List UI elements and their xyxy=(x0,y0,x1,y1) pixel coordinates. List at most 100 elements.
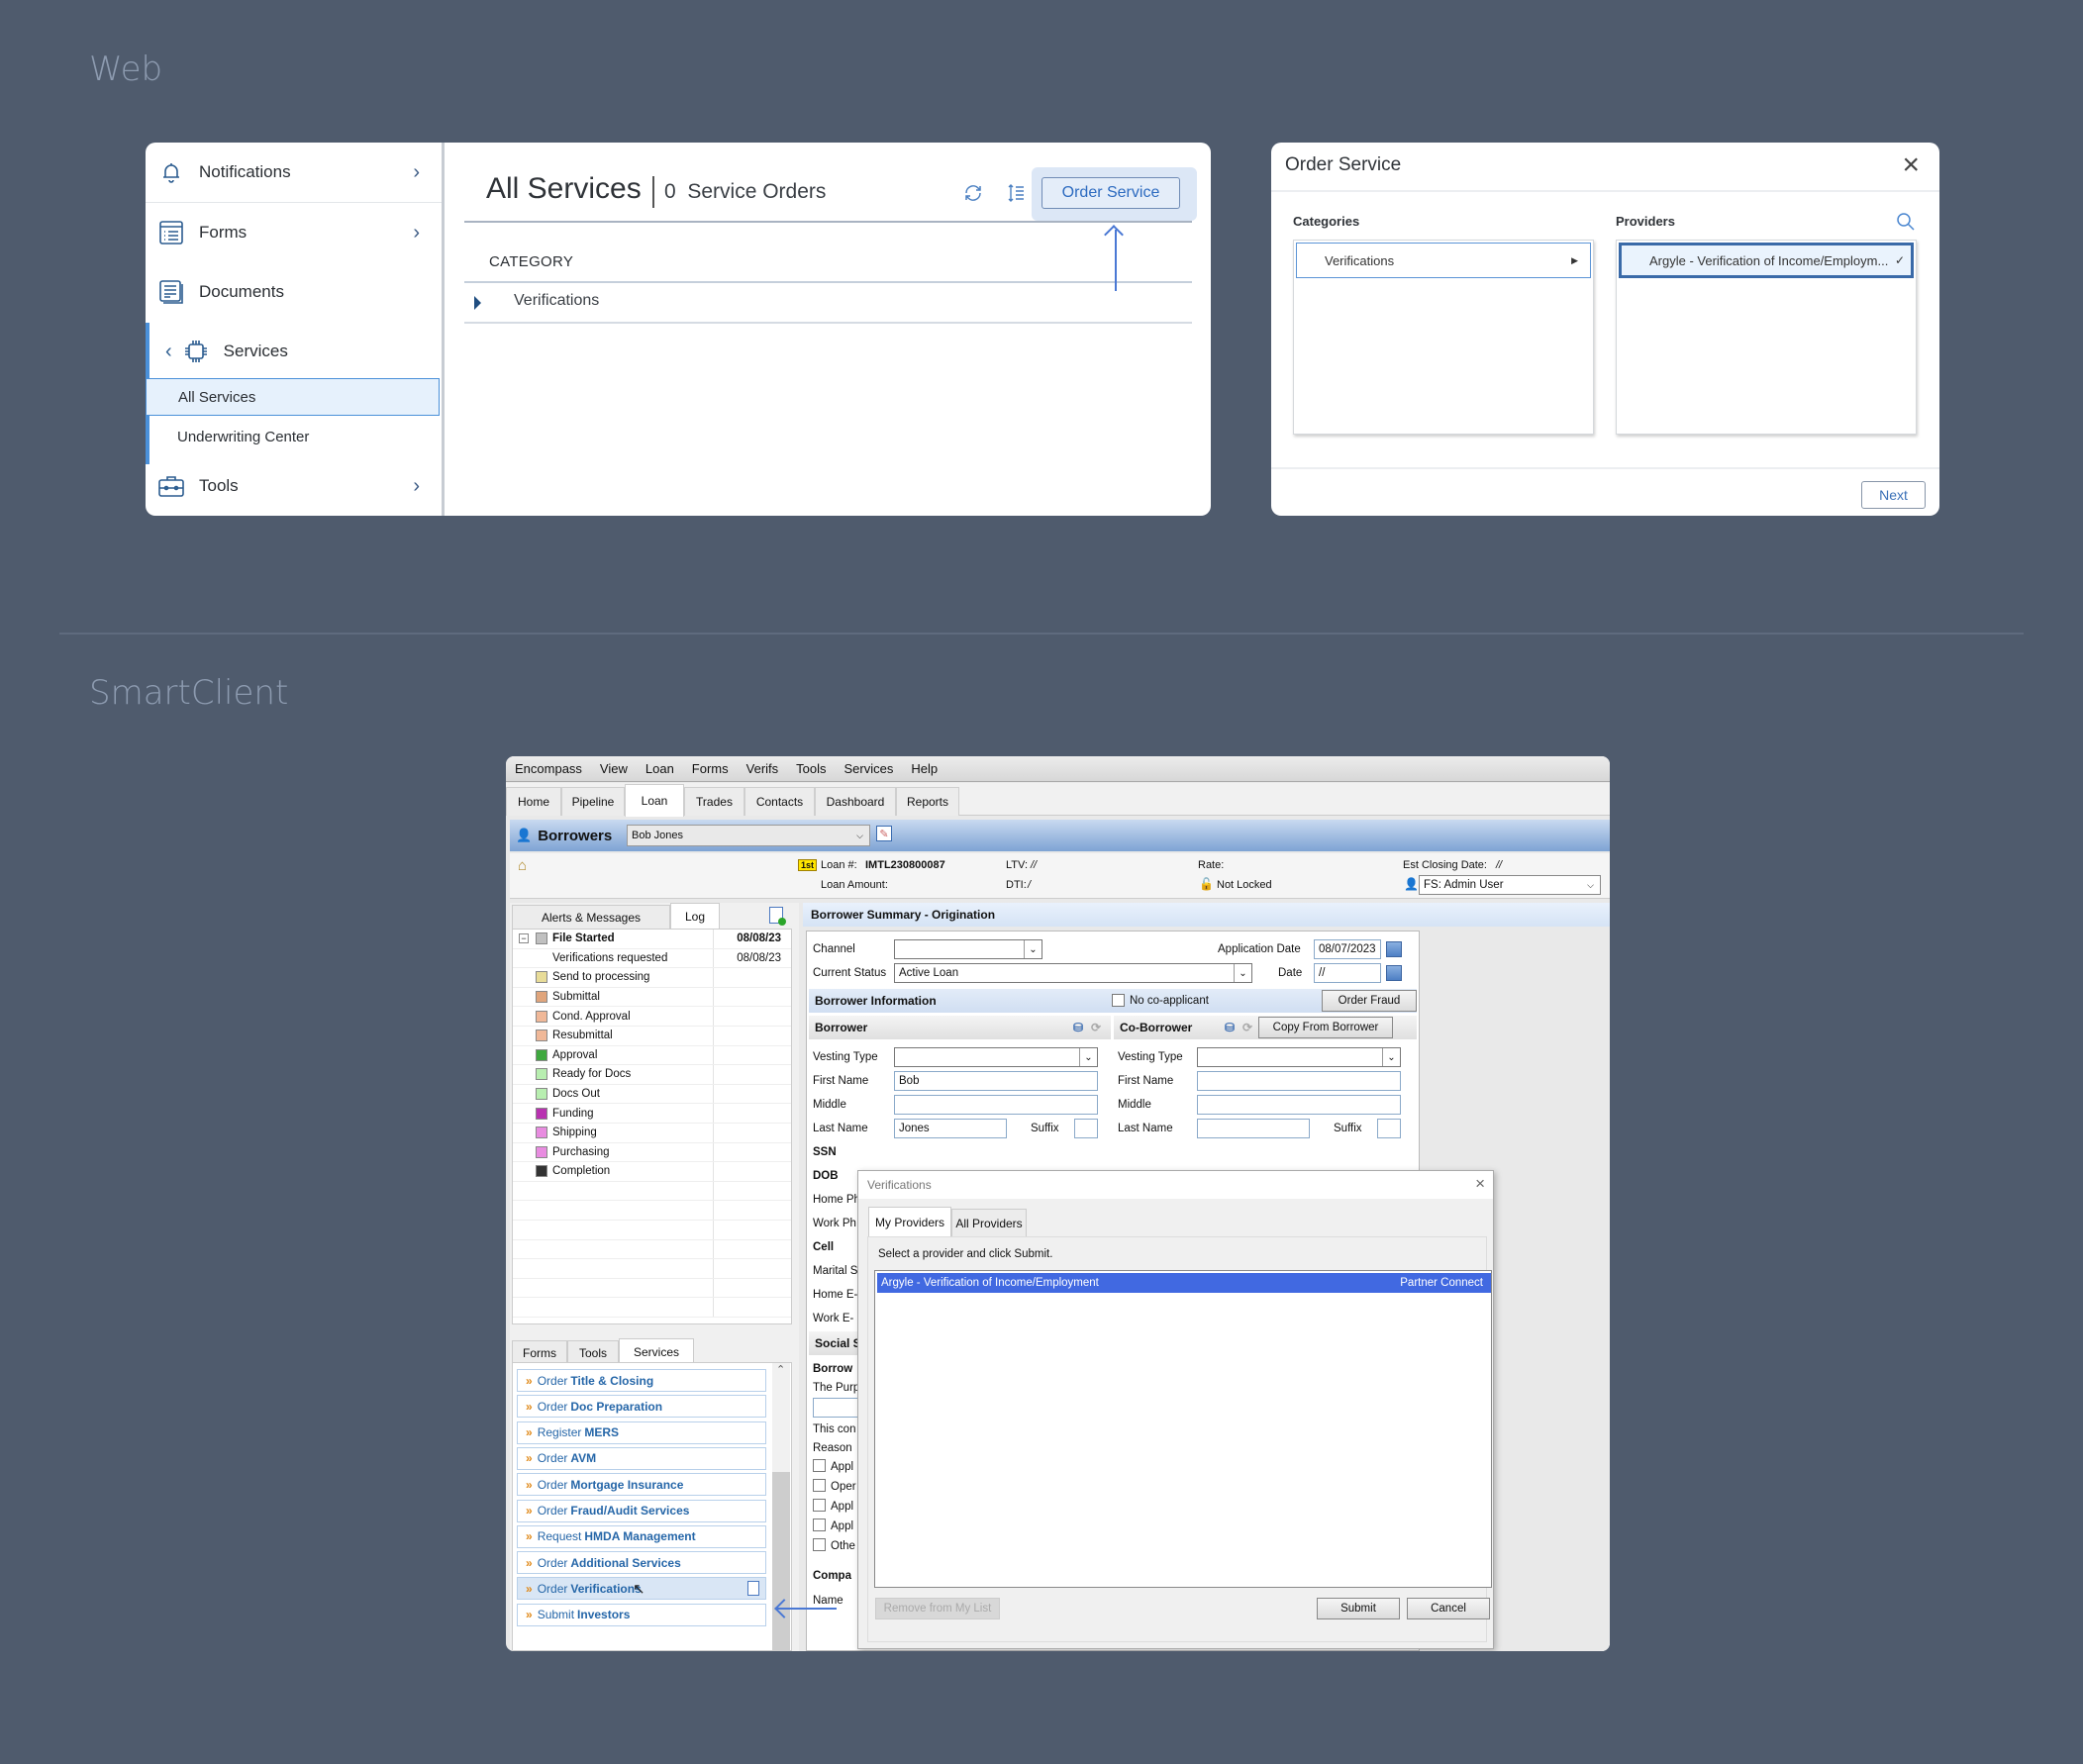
tab-home[interactable]: Home xyxy=(506,787,561,816)
edit-icon[interactable]: ✎ xyxy=(876,826,892,841)
menu-forms[interactable]: Forms xyxy=(683,761,738,776)
order-fraud-button[interactable]: Order Fraud xyxy=(1322,990,1417,1012)
sync-icon[interactable]: ⟳ xyxy=(1091,1021,1101,1034)
reason-checkbox[interactable] xyxy=(813,1538,826,1551)
tab-all-providers[interactable]: All Providers xyxy=(951,1209,1027,1236)
date-field[interactable]: // xyxy=(1314,963,1381,983)
provider-item-argyle[interactable]: Argyle - Verification of Income/Employm.… xyxy=(1619,243,1914,278)
provider-row-argyle[interactable]: Argyle - Verification of Income/Employme… xyxy=(877,1273,1491,1293)
tab-dashboard[interactable]: Dashboard xyxy=(815,787,896,816)
close-icon[interactable]: × xyxy=(1475,1174,1485,1194)
menu-view[interactable]: View xyxy=(591,761,637,776)
log-row[interactable]: − File Started 08/08/23 xyxy=(513,930,791,949)
co-middle-name-field[interactable] xyxy=(1197,1095,1401,1115)
tab-loan[interactable]: Loan xyxy=(625,784,684,817)
log-row[interactable]: Funding xyxy=(513,1104,791,1124)
co-first-name-field[interactable] xyxy=(1197,1071,1401,1091)
reason-checkbox[interactable] xyxy=(813,1519,826,1531)
sidebar-item-notifications[interactable]: Notifications › xyxy=(146,143,442,202)
service-item[interactable]: » Request HMDA Management xyxy=(517,1524,766,1548)
menu-loan[interactable]: Loan xyxy=(637,761,683,776)
sidebar-item-forms[interactable]: Forms › xyxy=(146,203,442,262)
address-book-icon[interactable]: ⛁ xyxy=(1073,1021,1083,1034)
cancel-button[interactable]: Cancel xyxy=(1407,1598,1490,1619)
application-date-field[interactable]: 08/07/2023 xyxy=(1314,939,1381,959)
menu-services[interactable]: Services xyxy=(836,761,903,776)
next-button[interactable]: Next xyxy=(1861,481,1926,509)
sidebar-subitem-underwriting-center[interactable]: Underwriting Center xyxy=(146,418,440,455)
borrower-select[interactable]: Bob Jones ⌵ xyxy=(627,825,870,846)
tab-forms[interactable]: Forms xyxy=(512,1340,567,1364)
chevron-left-icon[interactable]: ‹ xyxy=(165,341,172,363)
scrollbar-thumb[interactable] xyxy=(772,1472,790,1650)
category-item-verifications[interactable]: Verifications ▶ xyxy=(1296,243,1591,278)
expand-row-icon[interactable] xyxy=(474,296,481,310)
service-item[interactable]: » Order Doc Preparation xyxy=(517,1395,766,1419)
tab-tools[interactable]: Tools xyxy=(567,1340,619,1364)
calendar-icon[interactable] xyxy=(1386,941,1402,957)
service-item[interactable]: » Register MERS xyxy=(517,1421,766,1444)
tab-contacts[interactable]: Contacts xyxy=(744,787,815,816)
collapse-icon[interactable]: − xyxy=(519,933,529,944)
tab-trades[interactable]: Trades xyxy=(684,787,744,816)
middle-name-field[interactable] xyxy=(894,1095,1098,1115)
category-row-verifications[interactable]: Verifications xyxy=(514,292,599,310)
tab-reports[interactable]: Reports xyxy=(896,787,959,816)
service-item[interactable]: » Order Title & Closing xyxy=(517,1369,766,1392)
vesting-type-select[interactable]: ⌄ xyxy=(894,1047,1098,1067)
co-suffix-field[interactable] xyxy=(1377,1119,1401,1138)
order-history-icon[interactable] xyxy=(747,1581,759,1597)
no-coapplicant-checkbox[interactable] xyxy=(1112,994,1125,1007)
tab-log[interactable]: Log xyxy=(670,903,720,929)
reason-checkbox[interactable] xyxy=(813,1499,826,1512)
last-name-field[interactable]: Jones xyxy=(894,1119,1007,1138)
scroll-up-icon[interactable]: ⌃ xyxy=(776,1363,785,1376)
log-row[interactable]: Approval xyxy=(513,1045,791,1066)
sidebar-item-documents[interactable]: Documents xyxy=(146,262,442,322)
close-icon[interactable]: × xyxy=(1902,150,1920,180)
sidebar-item-services[interactable]: ‹ Services xyxy=(146,322,442,381)
first-name-field[interactable]: Bob xyxy=(894,1071,1098,1091)
submit-button[interactable]: Submit xyxy=(1317,1598,1400,1619)
log-row[interactable]: Docs Out xyxy=(513,1084,791,1105)
tab-alerts-messages[interactable]: Alerts & Messages xyxy=(512,905,670,929)
tab-services[interactable]: Services xyxy=(619,1338,694,1364)
service-item[interactable]: » Order Mortgage Insurance xyxy=(517,1473,766,1497)
search-icon[interactable] xyxy=(1896,212,1916,232)
log-row[interactable]: Resubmittal xyxy=(513,1027,791,1046)
log-row[interactable]: Cond. Approval xyxy=(513,1007,791,1027)
reason-checkbox[interactable] xyxy=(813,1459,826,1472)
sidebar-item-tools[interactable]: Tools › xyxy=(146,456,442,516)
log-row[interactable]: Purchasing xyxy=(513,1142,791,1163)
menu-tools[interactable]: Tools xyxy=(787,761,835,776)
home-icon[interactable]: ⌂ xyxy=(518,857,527,874)
new-log-entry-icon[interactable] xyxy=(769,907,786,926)
suffix-field[interactable] xyxy=(1074,1119,1098,1138)
channel-select[interactable]: ⌄ xyxy=(894,939,1042,959)
service-item[interactable]: » Order AVM xyxy=(517,1446,766,1470)
sidebar-subitem-all-services[interactable]: All Services xyxy=(146,378,440,416)
service-item[interactable]: » Order Verifications ↖ xyxy=(517,1577,766,1601)
tab-my-providers[interactable]: My Providers xyxy=(868,1207,951,1237)
menu-help[interactable]: Help xyxy=(902,761,946,776)
current-status-select[interactable]: Active Loan ⌄ xyxy=(894,963,1252,983)
co-vesting-type-select[interactable]: ⌄ xyxy=(1197,1047,1401,1067)
refresh-icon[interactable] xyxy=(960,180,986,206)
tab-pipeline[interactable]: Pipeline xyxy=(561,787,625,816)
menu-verifs[interactable]: Verifs xyxy=(738,761,788,776)
service-item[interactable]: » Order Fraud/Audit Services xyxy=(517,1499,766,1522)
sync-icon[interactable]: ⟳ xyxy=(1242,1021,1252,1034)
address-book-icon[interactable]: ⛁ xyxy=(1225,1021,1235,1034)
log-row[interactable]: Send to processing xyxy=(513,968,791,988)
order-service-button[interactable]: Order Service xyxy=(1042,177,1180,209)
calendar-icon[interactable] xyxy=(1386,965,1402,981)
co-last-name-field[interactable] xyxy=(1197,1119,1310,1138)
remove-from-list-button[interactable]: Remove from My List xyxy=(875,1598,1000,1619)
service-item[interactable]: » Order Additional Services xyxy=(517,1551,766,1575)
log-row[interactable]: Submittal xyxy=(513,987,791,1008)
log-row[interactable]: Shipping xyxy=(513,1124,791,1143)
user-select[interactable]: FS: Admin User ⌵ xyxy=(1419,875,1601,895)
log-row[interactable]: Completion xyxy=(513,1162,791,1182)
log-row[interactable]: Ready for Docs xyxy=(513,1065,791,1085)
copy-from-borrower-button[interactable]: Copy From Borrower xyxy=(1258,1017,1393,1038)
